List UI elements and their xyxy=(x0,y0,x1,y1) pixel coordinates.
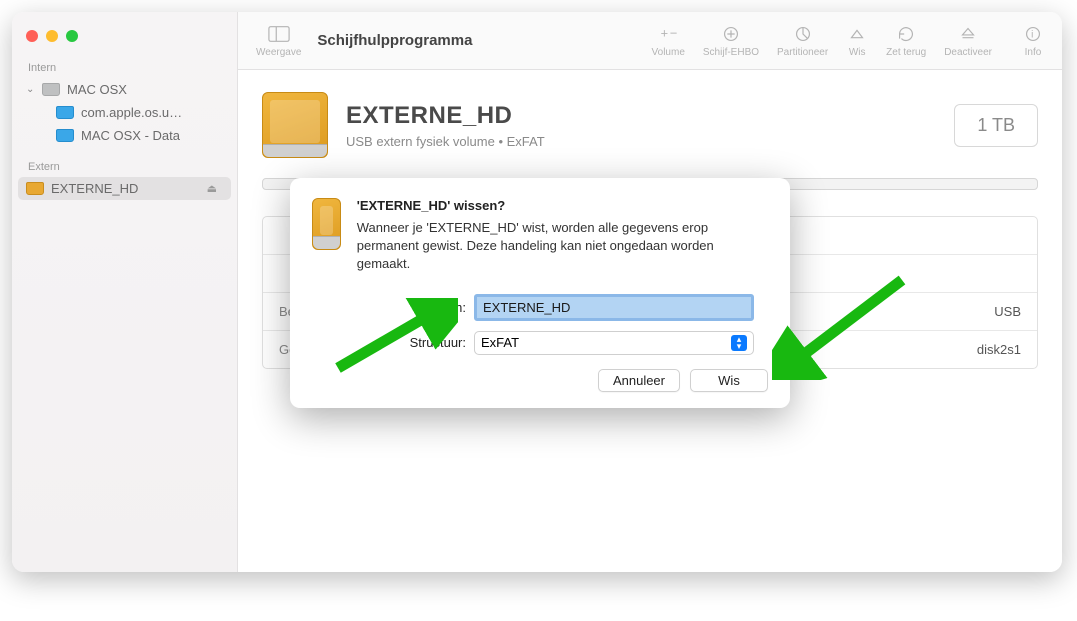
minimize-window-button[interactable] xyxy=(46,30,58,42)
sidebar-item-label: com.apple.os.u… xyxy=(81,105,182,120)
sidebar-toggle-icon xyxy=(268,24,290,44)
toolbar-view-button[interactable]: Weergave xyxy=(248,20,309,62)
format-value: ExFAT xyxy=(481,335,519,350)
plus-minus-icon: +− xyxy=(657,24,679,44)
partition-icon xyxy=(792,24,814,44)
app-title: Schijfhulpprogramma xyxy=(317,32,472,49)
window-controls xyxy=(12,20,237,48)
eject-icon xyxy=(957,24,979,44)
disk-icon xyxy=(42,83,60,96)
name-input[interactable] xyxy=(474,294,754,321)
restore-icon xyxy=(895,24,917,44)
firstaid-icon xyxy=(720,24,742,44)
erase-icon xyxy=(846,24,868,44)
volume-subtitle: USB extern fysiek volume • ExFAT xyxy=(346,134,545,149)
info-value: USB xyxy=(994,304,1021,319)
cancel-button[interactable]: Annuleer xyxy=(598,369,680,392)
volume-icon xyxy=(56,106,74,119)
sidebar-section-internal: Intern xyxy=(12,48,237,78)
info-icon: i xyxy=(1022,24,1044,44)
toolbar-volume-button[interactable]: +− Volume xyxy=(644,20,693,62)
dialog-text: Wanneer je 'EXTERNE_HD' wist, worden all… xyxy=(357,219,768,274)
toolbar-unmount-button[interactable]: Deactiveer xyxy=(936,20,1000,62)
external-volume-large-icon xyxy=(262,92,328,158)
sidebar-item-label: MAC OSX - Data xyxy=(81,128,180,143)
sidebar-section-external: Extern xyxy=(12,147,237,177)
external-volume-icon xyxy=(26,182,44,195)
volume-icon xyxy=(56,129,74,142)
sidebar-item-data[interactable]: MAC OSX - Data xyxy=(12,124,237,147)
chevron-down-icon[interactable]: ⌄ xyxy=(26,84,35,95)
svg-text:−: − xyxy=(670,25,678,40)
svg-text:i: i xyxy=(1031,29,1033,40)
info-value: disk2s1 xyxy=(977,342,1021,357)
toolbar-restore-button[interactable]: Zet terug xyxy=(878,20,934,62)
sidebar-item-label: MAC OSX xyxy=(67,82,127,97)
dialog-title: 'EXTERNE_HD' wissen? xyxy=(357,198,768,213)
sidebar-item-externe-hd[interactable]: EXTERNE_HD ⏏ xyxy=(18,177,231,200)
eject-icon[interactable]: ⏏ xyxy=(207,182,217,195)
sidebar: Intern ⌄ MAC OSX com.apple.os.u… MAC OSX… xyxy=(12,12,238,572)
toolbar-erase-button[interactable]: Wis xyxy=(838,20,876,62)
svg-text:+: + xyxy=(661,25,669,40)
stepper-icon: ▴▾ xyxy=(731,335,747,351)
external-volume-icon xyxy=(312,198,341,250)
format-select[interactable]: ExFAT ▴▾ xyxy=(474,331,754,355)
close-window-button[interactable] xyxy=(26,30,38,42)
erase-dialog: 'EXTERNE_HD' wissen? Wanneer je 'EXTERNE… xyxy=(290,178,790,408)
volume-name: EXTERNE_HD xyxy=(346,102,545,130)
toolbar-partition-button[interactable]: Partitioneer xyxy=(769,20,836,62)
format-label: Structuur: xyxy=(376,335,466,350)
zoom-window-button[interactable] xyxy=(66,30,78,42)
sidebar-item-label: EXTERNE_HD xyxy=(51,181,138,196)
toolbar: Weergave Schijfhulpprogramma +− Volume S… xyxy=(238,12,1062,70)
capacity-badge: 1 TB xyxy=(954,104,1038,147)
name-label: Naam: xyxy=(376,300,466,315)
toolbar-firstaid-button[interactable]: Schijf-EHBO xyxy=(695,20,767,62)
toolbar-info-button[interactable]: i Info xyxy=(1014,20,1052,62)
sidebar-item-snapshot[interactable]: com.apple.os.u… xyxy=(12,101,237,124)
sidebar-item-mac-osx[interactable]: ⌄ MAC OSX xyxy=(12,78,237,101)
erase-button[interactable]: Wis xyxy=(690,369,768,392)
